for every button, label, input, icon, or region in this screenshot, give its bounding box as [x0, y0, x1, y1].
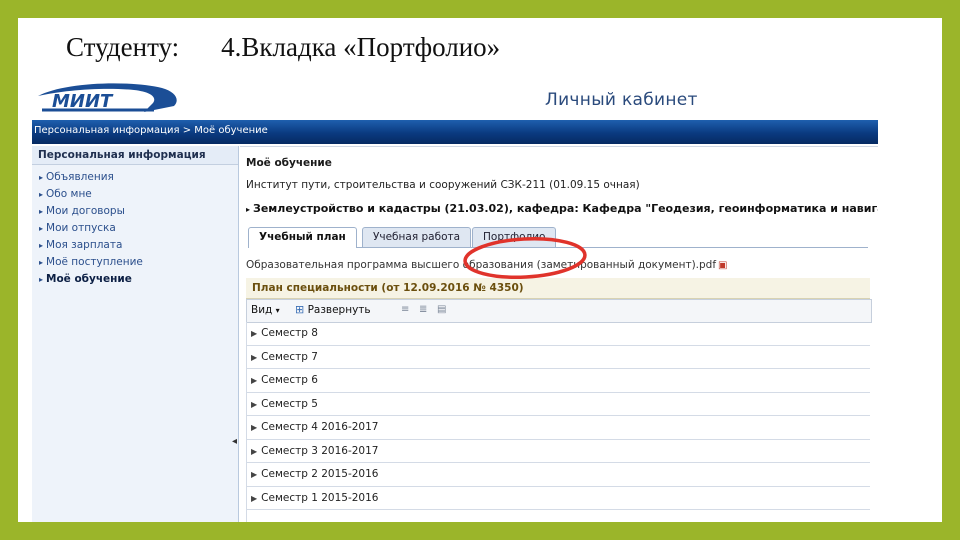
institute-info: Институт пути, строительства и сооружени… [246, 179, 640, 191]
sidebar-item-admission[interactable]: ▸ Моё поступление [32, 254, 238, 271]
expand-button[interactable]: ⊞ Развернуть [295, 303, 371, 316]
page-title: Моё обучение [246, 157, 332, 169]
bullet-icon: ▸ [39, 258, 44, 267]
breadcrumb: Персональная информация > Моё обучение [34, 125, 268, 136]
sidebar-item-about-me[interactable]: ▸ Обо мне [32, 186, 238, 203]
expand-icon: ⊞ [295, 303, 305, 316]
pdf-icon: ▣ [718, 260, 728, 271]
specialty-label: Землеустройство и кадастры (21.03.02), к… [253, 202, 878, 215]
list-filler [246, 510, 870, 522]
collapse-sidebar-icon[interactable]: ◂ [232, 436, 237, 447]
expand-triangle-icon[interactable]: ▶ [251, 353, 257, 362]
expand-triangle-icon[interactable]: ▶ [251, 447, 257, 456]
view-menu-button[interactable]: Вид ▾ [251, 304, 280, 316]
expand-triangle-icon[interactable]: ▶ [251, 423, 257, 432]
bullet-icon: ▸ [39, 275, 44, 284]
cabinet-title: Личный кабинет [545, 90, 698, 110]
semester-row[interactable]: ▶ Семестр 6 [246, 369, 870, 393]
sidebar-item-salary[interactable]: ▸ Моя зарплата [32, 237, 238, 254]
main-panel: Моё обучение Институт пути, строительств… [240, 146, 878, 522]
slide-title: Студенту: 4.Вкладка «Портфолио» [66, 32, 500, 63]
bullet-icon: ▸ [39, 173, 44, 182]
specialty-row[interactable]: ▸ Землеустройство и кадастры (21.03.02), … [246, 202, 878, 215]
breadcrumb-current: Моё обучение [194, 125, 268, 136]
sidebar-title: Персональная информация [32, 146, 238, 165]
semester-list: ▶ Семестр 8 ▶ Семестр 7 ▶ Семестр 6 ▶ Семест… [246, 322, 870, 522]
plan-title: План специальности (от 12.09.2016 № 4350… [252, 282, 524, 294]
miit-logo[interactable]: МИИТ [34, 80, 184, 116]
indent-icon[interactable]: ≣ [419, 304, 427, 315]
tab-study-plan[interactable]: Учебный план [248, 227, 357, 248]
collapse-icon[interactable]: ≡ [401, 304, 409, 315]
semester-row[interactable]: ▶ Семестр 7 [246, 345, 870, 369]
sidebar-item-vacations[interactable]: ▸ Мои отпуска [32, 220, 238, 237]
semester-row[interactable]: ▶ Семестр 4 2016-2017 [246, 416, 870, 440]
sidebar-item-my-studies[interactable]: ▸ Моё обучение [32, 271, 238, 288]
sidebar-item-contracts[interactable]: ▸ Мои договоры [32, 203, 238, 220]
slide-title-right: 4.Вкладка «Портфолио» [221, 32, 501, 62]
bullet-icon: ▸ [39, 190, 44, 199]
bullet-icon: ▸ [39, 241, 44, 250]
breadcrumb-separator: > [182, 125, 192, 136]
tab-portfolio[interactable]: Портфолио [472, 227, 557, 247]
breadcrumb-root[interactable]: Персональная информация [34, 125, 180, 136]
slide: Студенту: 4.Вкладка «Портфолио» МИИТ Личн… [18, 18, 942, 522]
tab-study-work[interactable]: Учебная работа [362, 227, 472, 247]
semester-row[interactable]: ▶ Семестр 1 2015-2016 [246, 486, 870, 510]
semester-row[interactable]: ▶ Семестр 8 [246, 322, 870, 346]
bullet-icon: ▸ [39, 224, 44, 233]
tab-bar: Учебный план Учебная работа Портфолио [248, 227, 868, 248]
chevron-down-icon: ▾ [275, 306, 280, 315]
export-icon[interactable]: ▤ [437, 304, 446, 315]
sidebar: Персональная информация ▸ Объявления ▸ Обо… [32, 146, 239, 522]
plan-toolbar: Вид ▾ ⊞ Развернуть ≡ ≣ ▤ [246, 299, 872, 323]
program-document-link[interactable]: Образовательная программа высшего образо… [246, 259, 728, 271]
expand-triangle-icon[interactable]: ▸ [246, 205, 250, 214]
expand-triangle-icon[interactable]: ▶ [251, 494, 257, 503]
semester-row[interactable]: ▶ Семестр 2 2015-2016 [246, 463, 870, 487]
expand-triangle-icon[interactable]: ▶ [251, 400, 257, 409]
top-navbar: Персональная информация > Моё обучение [32, 120, 878, 144]
expand-triangle-icon[interactable]: ▶ [251, 329, 257, 338]
bullet-icon: ▸ [39, 207, 44, 216]
semester-row[interactable]: ▶ Семестр 5 [246, 392, 870, 416]
sidebar-item-announcements[interactable]: ▸ Объявления [32, 169, 238, 186]
plan-header: План специальности (от 12.09.2016 № 4350… [246, 278, 870, 299]
semester-row[interactable]: ▶ Семестр 3 2016-2017 [246, 439, 870, 463]
slide-title-left: Студенту: [66, 32, 180, 62]
sidebar-list: ▸ Объявления ▸ Обо мне ▸ Мои договоры ▸ Мои … [32, 169, 238, 288]
portal-screenshot: МИИТ Личный кабинет Персональная информа… [32, 78, 878, 522]
expand-triangle-icon[interactable]: ▶ [251, 470, 257, 479]
expand-triangle-icon[interactable]: ▶ [251, 376, 257, 385]
